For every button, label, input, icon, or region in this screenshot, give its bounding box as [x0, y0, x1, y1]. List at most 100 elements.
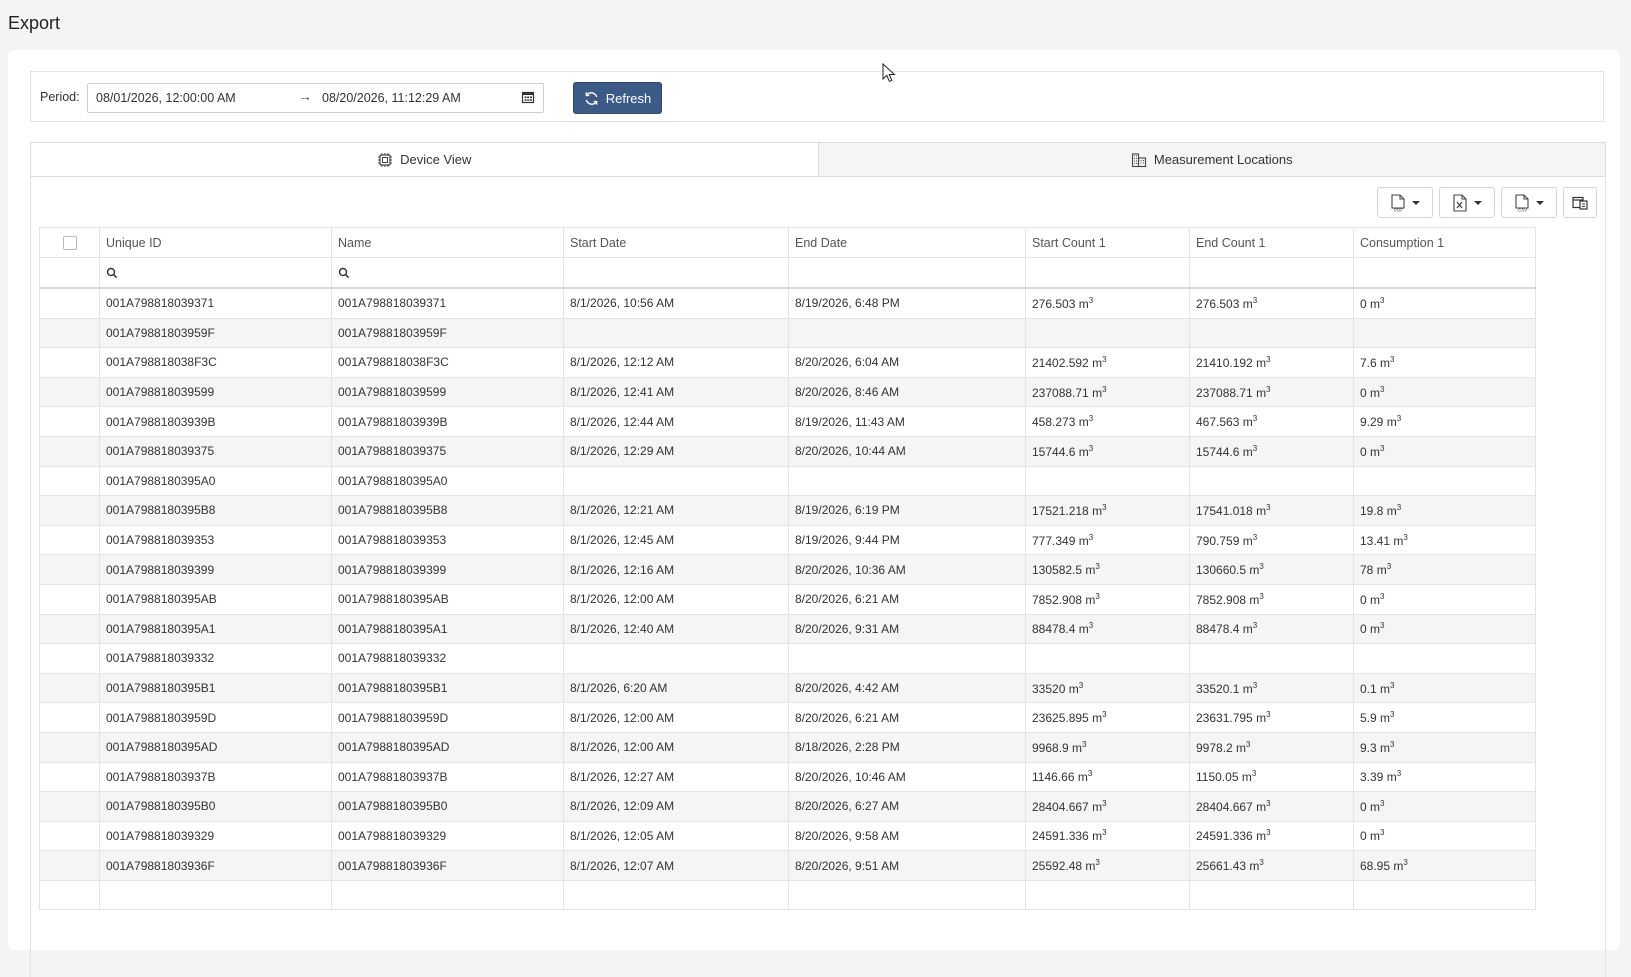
- export-pdf-button[interactable]: PDF: [1377, 187, 1433, 218]
- table-row[interactable]: 001A7988180395AB 001A7988180395AB 8/1/2026…: [39, 583, 1536, 615]
- table-cell: 0 m3: [1353, 791, 1536, 822]
- table-cell: 001A798818039332: [99, 643, 332, 674]
- column-chooser-button[interactable]: [1563, 187, 1597, 218]
- row-select-cell[interactable]: [39, 495, 100, 526]
- unit-exponent: 3: [1252, 295, 1258, 305]
- cell-value: 001A798818039399: [338, 562, 447, 577]
- row-select-cell[interactable]: [39, 554, 100, 585]
- export-csv-button[interactable]: CSV: [1501, 187, 1557, 218]
- table-cell: 8/19/2026, 6:19 PM: [788, 495, 1026, 526]
- cell-value: 8/20/2026, 10:36 AM: [795, 562, 906, 577]
- column-header-unique-id[interactable]: Unique ID: [99, 227, 332, 258]
- table-row[interactable]: 001A798818039329 001A798818039329 8/1/2026…: [39, 820, 1536, 852]
- table-row[interactable]: 001A7988180395A0 001A7988180395A0: [39, 465, 1536, 497]
- page-title: Export: [8, 13, 61, 33]
- row-select-cell[interactable]: [39, 287, 100, 319]
- row-select-cell[interactable]: [39, 465, 100, 497]
- filter-unique-id-input[interactable]: [99, 257, 332, 289]
- row-select-cell[interactable]: [39, 672, 100, 704]
- row-select-cell[interactable]: [39, 524, 100, 556]
- unit-label: m: [1386, 503, 1397, 518]
- row-select-cell[interactable]: [39, 376, 100, 408]
- table-row[interactable]: 001A798818039599 001A798818039599 8/1/2026…: [39, 376, 1536, 408]
- unit-exponent: 3: [1088, 414, 1094, 424]
- table-row[interactable]: 001A79881803939B 001A79881803939B 8/1/2026…: [39, 406, 1536, 437]
- table-row[interactable]: 001A79881803937B 001A79881803937B 8/1/2026…: [39, 761, 1536, 793]
- column-header-name[interactable]: Name: [331, 227, 564, 258]
- cell-value: 8/1/2026, 12:29 AM: [570, 444, 675, 459]
- row-select-cell[interactable]: [39, 643, 100, 674]
- cell-value: 8/20/2026, 9:31 AM: [795, 621, 900, 636]
- table-row[interactable]: 001A798818039371 001A798818039371 8/1/2026…: [39, 287, 1536, 319]
- period-end-input[interactable]: 08/20/2026, 11:12:29 AM: [322, 91, 461, 105]
- tab-device-view[interactable]: Device View: [31, 143, 818, 176]
- unit-label: m: [1078, 296, 1089, 311]
- filter-name-input[interactable]: [331, 257, 564, 289]
- table-cell: 88478.4 m3: [1189, 613, 1354, 645]
- table-row[interactable]: 001A7988180395A1 001A7988180395A1 8/1/2026…: [39, 613, 1536, 645]
- table-row[interactable]: 001A7988180395B0 001A7988180395B0 8/1/2026…: [39, 791, 1536, 822]
- table-cell: 8/1/2026, 12:40 AM: [563, 613, 789, 645]
- refresh-button[interactable]: Refresh: [573, 82, 662, 114]
- unit-label: m: [1249, 563, 1260, 578]
- column-header-end-date[interactable]: End Date: [788, 227, 1026, 258]
- unit-exponent: 3: [1390, 354, 1395, 364]
- table-row[interactable]: 001A79881803959D 001A79881803959D 8/1/2026…: [39, 702, 1536, 733]
- table-cell: 24591.336 m3: [1189, 820, 1354, 852]
- table-cell: 8/1/2026, 12:00 AM: [563, 583, 789, 615]
- table-row[interactable]: 001A798818039332 001A798818039332: [39, 643, 1536, 674]
- table-cell: 001A7988180395AB: [99, 583, 332, 615]
- cell-value: 8/1/2026, 12:45 AM: [570, 533, 675, 548]
- table-row[interactable]: [39, 879, 1536, 911]
- row-select-cell[interactable]: [39, 435, 100, 467]
- table-row[interactable]: 001A798818039353 001A798818039353 8/1/2026…: [39, 524, 1536, 556]
- table-cell: 0 m3: [1353, 376, 1536, 408]
- cell-value: 0: [1360, 622, 1367, 637]
- table-row[interactable]: 001A798818039375 001A798818039375 8/1/2026…: [39, 435, 1536, 467]
- unit-exponent: 3: [1266, 828, 1271, 838]
- period-start-input[interactable]: 08/01/2026, 12:00:00 AM: [96, 91, 236, 105]
- row-select-cell[interactable]: [39, 761, 100, 793]
- row-select-cell[interactable]: [39, 879, 100, 911]
- row-select-cell[interactable]: [39, 347, 100, 378]
- tab-measurement-locations[interactable]: Measurement Locations: [817, 143, 1605, 176]
- column-header-start-date[interactable]: Start Date: [563, 227, 789, 258]
- table-row[interactable]: 001A79881803959F 001A79881803959F: [39, 317, 1536, 349]
- filter-cell-empty: [39, 257, 100, 289]
- unit-exponent: 3: [1102, 384, 1107, 394]
- export-excel-button[interactable]: [1439, 187, 1495, 218]
- row-select-cell[interactable]: [39, 583, 100, 615]
- cell-value: 001A7988180395A0: [106, 473, 216, 488]
- column-header-start-count[interactable]: Start Count 1: [1025, 227, 1190, 258]
- table-cell: 001A7988180395AB: [331, 583, 564, 615]
- row-select-cell[interactable]: [39, 791, 100, 822]
- row-select-cell[interactable]: [39, 702, 100, 733]
- column-header-consumption[interactable]: Consumption 1: [1353, 227, 1536, 258]
- row-select-cell[interactable]: [39, 850, 100, 881]
- column-header-end-count[interactable]: End Count 1: [1189, 227, 1354, 258]
- calendar-icon[interactable]: [521, 90, 535, 104]
- row-select-cell[interactable]: [39, 317, 100, 349]
- table-row[interactable]: 001A79881803936F 001A79881803936F 8/1/2026…: [39, 850, 1536, 881]
- cell-value: 9.3: [1360, 740, 1377, 755]
- cell-value: 001A79881803939B: [338, 414, 448, 429]
- cell-value: 8/1/2026, 12:41 AM: [570, 385, 675, 400]
- row-select-cell[interactable]: [39, 613, 100, 645]
- table-row[interactable]: 001A798818038F3C 001A798818038F3C 8/1/2026…: [39, 347, 1536, 378]
- select-all-cell[interactable]: [39, 227, 100, 258]
- table-row[interactable]: 001A7988180395B8 001A7988180395B8 8/1/2026…: [39, 495, 1536, 526]
- row-select-cell[interactable]: [39, 731, 100, 763]
- row-select-cell[interactable]: [39, 406, 100, 437]
- cell-value: 15744.6: [1032, 444, 1076, 459]
- table-row[interactable]: 001A7988180395AD 001A7988180395AD 8/1/2026…: [39, 731, 1536, 763]
- cell-value: 3.39: [1360, 770, 1384, 785]
- date-range-picker[interactable]: 08/01/2026, 12:00:00 AM → 08/20/2026, 11…: [87, 83, 544, 113]
- cell-value: 8/20/2026, 10:44 AM: [795, 444, 906, 459]
- cell-value: 25592.48: [1032, 859, 1083, 874]
- select-all-checkbox[interactable]: [62, 235, 77, 250]
- table-row[interactable]: 001A798818039399 001A798818039399 8/1/2026…: [39, 554, 1536, 585]
- unit-label: m: [1249, 592, 1260, 607]
- table-cell: 001A798818038F3C: [331, 347, 564, 378]
- row-select-cell[interactable]: [39, 820, 100, 852]
- table-row[interactable]: 001A7988180395B1 001A7988180395B1 8/1/2026…: [39, 672, 1536, 704]
